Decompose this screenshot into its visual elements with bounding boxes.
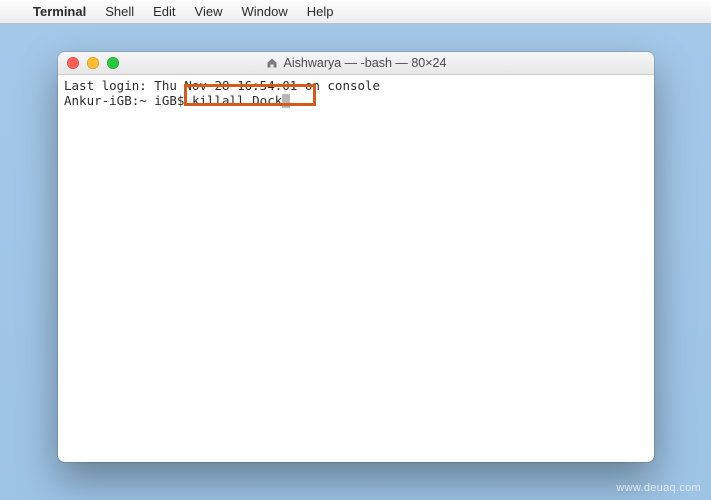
command-text: killall Dock bbox=[192, 93, 282, 108]
home-icon bbox=[266, 57, 278, 69]
window-title: Aishwarya — -bash — 80×24 bbox=[266, 56, 447, 70]
minimize-button[interactable] bbox=[87, 57, 99, 69]
terminal-cursor bbox=[282, 94, 290, 108]
prompt-text: Ankur-iGB:~ iGB$ bbox=[64, 93, 192, 108]
watermark-text: www.deuaq.com bbox=[616, 482, 701, 494]
terminal-window: Aishwarya — -bash — 80×24 Last login: Th… bbox=[58, 52, 654, 462]
window-title-text: Aishwarya — -bash — 80×24 bbox=[284, 56, 447, 70]
terminal-body[interactable]: Last login: Thu Nov 28 16:54:01 on conso… bbox=[58, 75, 654, 462]
menu-shell[interactable]: Shell bbox=[105, 4, 134, 19]
menu-view[interactable]: View bbox=[195, 4, 223, 19]
macos-menubar: Terminal Shell Edit View Window Help bbox=[0, 0, 711, 24]
terminal-line-lastlogin: Last login: Thu Nov 28 16:54:01 on conso… bbox=[64, 78, 648, 93]
menu-help[interactable]: Help bbox=[307, 4, 334, 19]
menu-edit[interactable]: Edit bbox=[153, 4, 175, 19]
close-button[interactable] bbox=[67, 57, 79, 69]
app-menu[interactable]: Terminal bbox=[33, 4, 86, 19]
window-titlebar[interactable]: Aishwarya — -bash — 80×24 bbox=[58, 52, 654, 75]
terminal-line-prompt: Ankur-iGB:~ iGB$ killall Dock bbox=[64, 93, 648, 108]
traffic-lights bbox=[67, 57, 119, 69]
menu-window[interactable]: Window bbox=[242, 4, 288, 19]
zoom-button[interactable] bbox=[107, 57, 119, 69]
